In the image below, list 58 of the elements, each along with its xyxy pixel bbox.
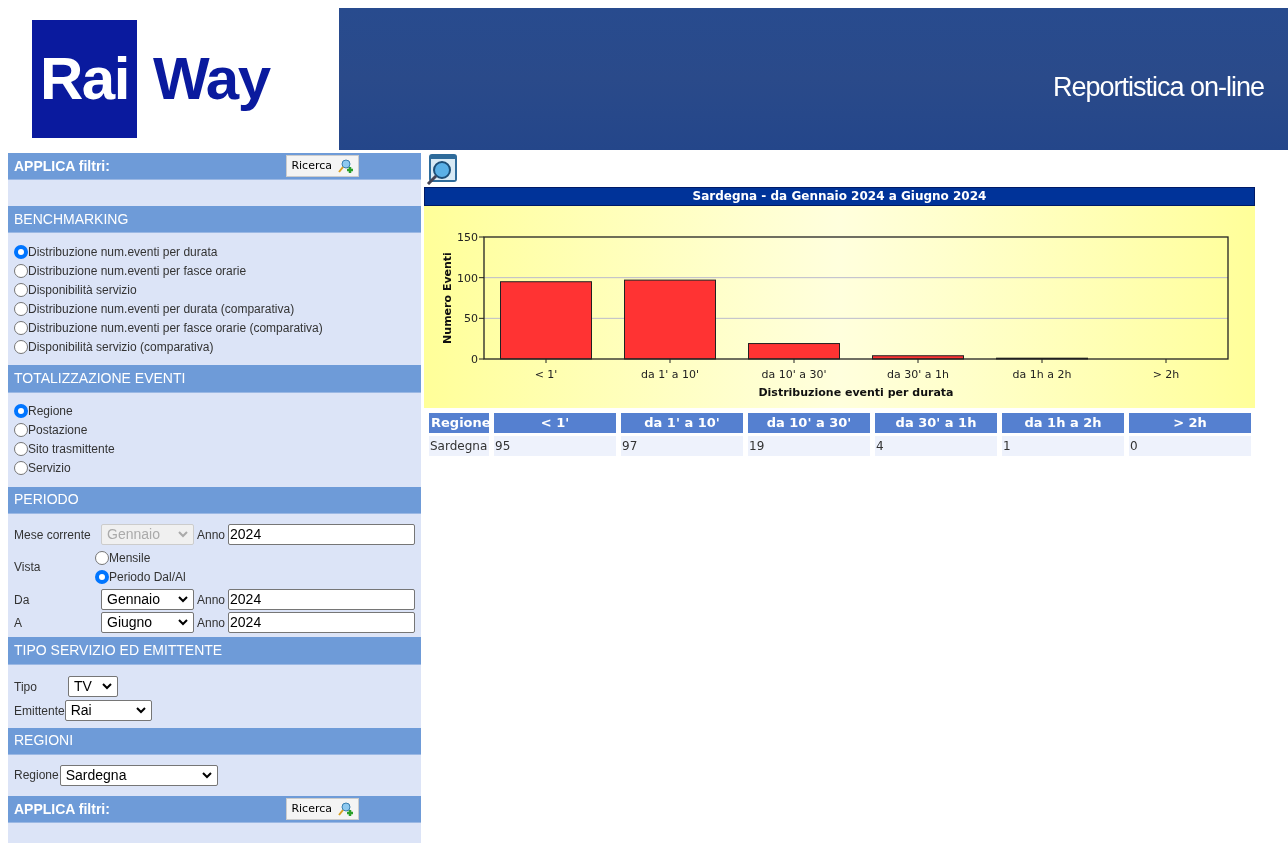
field-label: Anno [197,591,226,609]
x-axis-title: Distribuzione eventi per durata [758,386,954,399]
section-title: APPLICA filtri: [14,799,110,819]
section-title: PERIODO [14,490,79,510]
section-title: REGIONI [14,731,74,751]
radio-label: Regione [28,403,73,421]
radio-label: Distribuzione num.eventi per fasce orarie (comparativa) [28,319,323,337]
column-header: < 1' [494,413,616,433]
field-label: Mese corrente [14,526,92,544]
table-cell: 1 [1002,436,1124,456]
category-label: da 1h a 2h [1012,368,1072,381]
category-label: da 1' a 10' [641,368,699,381]
category-label: da 30' a 1h [887,368,949,381]
radio-label: Periodo Dal/Al [109,568,186,586]
axis-tick-label: 50 [464,312,478,326]
radio-label: Distribuzione num.eventi per fasce orarie [28,262,247,280]
table-cell: Sardegna [429,436,489,456]
y-axis-title: Numero Eventi [441,252,454,344]
column-header: Regione [429,413,489,433]
table-cell: 95 [494,436,616,456]
field-label: A [14,614,23,632]
field-label: Da [14,591,31,609]
field-label: Vista [14,559,42,577]
category-label: da 10' a 30' [761,368,827,381]
field-label: Regione [14,767,59,785]
radio-label: Postazione [28,422,88,440]
column-header: da 10' a 30' [748,413,870,433]
field-label: Anno [197,526,226,544]
category-label: < 1' [534,368,558,381]
radio-label: Disponibilità servizio (comparativa) [28,338,214,356]
section-title: APPLICA filtri: [14,156,110,176]
radio-label: Sito trasmittente [28,441,115,459]
column-header: > 2h [1129,413,1251,433]
table-cell: 19 [748,436,870,456]
field-label: Anno [197,614,226,632]
field-label: Emittente [14,702,65,720]
section-title: BENCHMARKING [14,209,129,229]
radio-label: Mensile [109,549,151,567]
axis-tick-label: 0 [471,353,478,366]
radio-label: Servizio [28,460,71,478]
column-header: da 30' a 1h [875,413,997,433]
table-cell: 97 [621,436,743,456]
axis-tick-label: 100 [457,271,478,285]
column-header: da 1' a 10' [621,413,743,433]
field-label: Tipo [14,678,38,696]
table-cell: 4 [875,436,997,456]
section-title: TIPO SERVIZIO ED EMITTENTE [14,640,223,660]
radio-label: Distribuzione num.eventi per durata (comparativa) [28,300,295,318]
radio-label: Disponibilità servizio [28,281,137,299]
axis-tick-label: 150 [457,231,478,244]
section-title: TOTALIZZAZIONE EVENTI [14,369,186,388]
logo: Rai Way [32,20,322,138]
chart-title: Sardegna - da Gennaio 2024 a Giugno 2024 [424,187,1255,206]
radio-label: Distribuzione num.eventi per durata [28,243,218,261]
column-header: da 1h a 2h [1002,413,1124,433]
category-label: > 2h [1152,368,1180,381]
table-cell: 0 [1129,436,1251,456]
app-title: Reportistica on-line [1052,70,1264,104]
